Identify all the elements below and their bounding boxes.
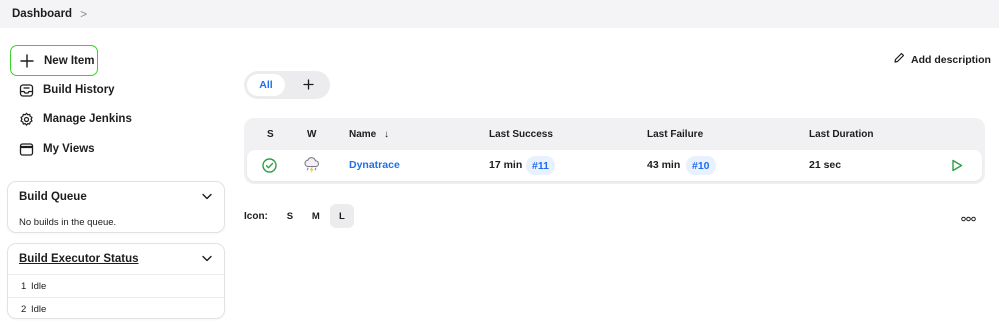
plus-icon bbox=[19, 53, 35, 69]
tab-all[interactable]: All bbox=[247, 74, 285, 96]
last-success-build-link[interactable]: #11 bbox=[526, 156, 555, 175]
icon-size-label: Icon: bbox=[244, 210, 268, 222]
breadcrumb-bar: Dashboard > bbox=[0, 0, 999, 28]
job-name-link[interactable]: Dynatrace bbox=[349, 159, 400, 171]
last-duration: 21 sec bbox=[809, 159, 842, 171]
add-description-label: Add description bbox=[911, 53, 991, 66]
add-description-button[interactable]: Add description bbox=[893, 52, 991, 67]
breadcrumb-dashboard[interactable]: Dashboard bbox=[12, 8, 72, 20]
window-icon bbox=[18, 141, 34, 157]
executor-state: Idle bbox=[31, 303, 47, 315]
breadcrumb-separator[interactable]: > bbox=[80, 7, 87, 21]
icon-size-l-button[interactable]: L bbox=[329, 204, 354, 228]
sidebar-item-my-views[interactable]: My Views bbox=[10, 134, 95, 164]
header-name[interactable]: Name ↓ bbox=[349, 129, 389, 140]
header-status: S bbox=[267, 129, 274, 140]
header-weather: W bbox=[307, 129, 317, 140]
executor-number: 2 bbox=[21, 303, 27, 315]
header-last-failure[interactable]: Last Failure bbox=[647, 129, 703, 140]
chevron-down-icon[interactable] bbox=[202, 253, 212, 265]
gear-icon bbox=[18, 111, 34, 127]
header-last-duration[interactable]: Last Duration bbox=[809, 129, 873, 140]
icon-size-m-button[interactable]: M bbox=[304, 204, 328, 228]
build-queue-panel: Build Queue No builds in the queue. bbox=[7, 181, 225, 233]
table-row: Dynatrace 17 min #11 43 min #10 21 sec bbox=[247, 150, 982, 181]
success-status-icon bbox=[262, 158, 277, 176]
add-view-button[interactable] bbox=[289, 74, 327, 96]
sort-arrow-icon: ↓ bbox=[384, 129, 390, 140]
last-failure-build-link[interactable]: #10 bbox=[686, 156, 716, 175]
chevron-down-icon[interactable] bbox=[202, 191, 212, 203]
jobs-table: S W Name ↓ Last Success Last Failure Las… bbox=[244, 118, 985, 184]
executor-row: 1 Idle bbox=[8, 274, 224, 297]
last-success-time: 17 min bbox=[489, 159, 523, 171]
sidebar-item-build-history[interactable]: Build History bbox=[10, 75, 115, 105]
inbox-icon bbox=[18, 82, 34, 98]
thunderstorm-icon bbox=[303, 156, 321, 178]
header-name-label: Name bbox=[349, 129, 377, 140]
sidebar-item-manage-jenkins[interactable]: Manage Jenkins bbox=[10, 104, 132, 134]
play-icon[interactable] bbox=[951, 159, 963, 175]
build-queue-empty-text: No builds in the queue. bbox=[19, 217, 117, 228]
executor-number: 1 bbox=[21, 280, 27, 292]
last-failure-time: 43 min bbox=[647, 159, 681, 171]
more-options-icon[interactable] bbox=[961, 210, 976, 225]
executor-status-title[interactable]: Build Executor Status bbox=[19, 253, 139, 265]
build-queue-title: Build Queue bbox=[19, 191, 87, 203]
sidebar-item-label: My Views bbox=[43, 143, 95, 155]
icon-size-s-button[interactable]: S bbox=[278, 204, 302, 228]
view-tabs: All bbox=[244, 71, 330, 99]
header-last-success[interactable]: Last Success bbox=[489, 129, 553, 140]
sidebar-item-label: Build History bbox=[43, 84, 115, 96]
icon-size-selector: Icon: S M L bbox=[244, 204, 354, 228]
plus-icon bbox=[302, 78, 314, 93]
executor-status-header[interactable]: Build Executor Status bbox=[8, 244, 224, 274]
sidebar-item-label: Manage Jenkins bbox=[43, 113, 132, 125]
executor-status-panel: Build Executor Status 1 Idle 2 Idle bbox=[7, 243, 225, 319]
new-item-button[interactable]: New Item bbox=[10, 45, 98, 76]
new-item-label: New Item bbox=[44, 54, 95, 67]
build-queue-header[interactable]: Build Queue bbox=[8, 182, 224, 212]
executor-state: Idle bbox=[31, 280, 47, 292]
pencil-icon bbox=[893, 52, 905, 67]
executor-row: 2 Idle bbox=[8, 297, 224, 318]
